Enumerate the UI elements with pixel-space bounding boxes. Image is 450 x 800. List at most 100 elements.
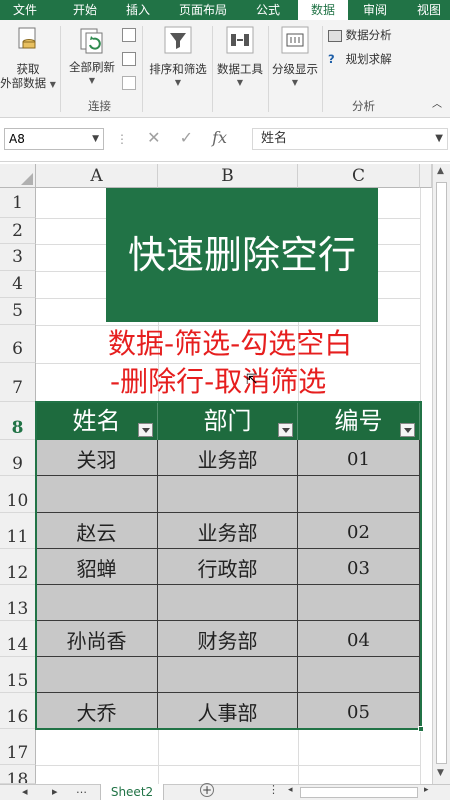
get-external-data-label-2: 外部数据 [0,76,47,90]
prev-sheet-icon[interactable]: ◂ [22,785,28,798]
more-sheets-icon[interactable]: … [76,783,87,796]
row-header-14[interactable]: 14 [0,621,36,657]
fill-handle[interactable] [418,726,424,732]
row-header-8[interactable]: 8 [0,402,36,440]
divider [60,26,61,112]
data-tools-icon [226,26,254,54]
instruction-line-1: 数据-筛选-勾选空白 [108,327,353,360]
hscroll-more-icon[interactable]: ⋮ [268,783,279,796]
scroll-up-icon[interactable]: ▲ [437,166,444,176]
divider [322,26,323,112]
row-header-10[interactable]: 10 [0,476,36,513]
outline-label: 分级显示 [272,62,318,76]
row-header-6[interactable]: 6 [0,325,36,363]
group-analysis-label: 分析 [352,99,375,113]
more-icon: ⋮ [116,132,128,146]
tab-insert[interactable]: 插入 [114,0,162,20]
chevron-down-icon: ▼ [88,76,96,85]
horizontal-scrollbar[interactable] [300,787,418,798]
data-tools-button[interactable]: 数据工具 ▼ [212,26,268,90]
column-header-d[interactable] [420,164,432,188]
sort-filter-button[interactable]: 排序和筛选 ▼ [144,26,212,90]
row-header-3[interactable]: 3 [0,244,36,271]
row-header-13[interactable]: 13 [0,585,36,621]
filter-icon [164,26,192,54]
outline-button[interactable]: 分级显示 ▼ [268,26,322,90]
sort-filter-label: 排序和筛选 [149,62,207,76]
chevron-down-icon: ▼ [291,78,299,87]
connections-icon[interactable] [122,28,136,42]
collapse-ribbon-icon[interactable]: ︿ [430,98,444,112]
row-header-16[interactable]: 16 [0,693,36,729]
sheet-tab-bar: ◂ ▸ … Sheet2 + ⋮ ◂ ▸ [0,783,450,800]
chevron-down-icon: ▼ [174,78,182,87]
scroll-thumb[interactable] [436,182,447,764]
chevron-down-icon[interactable]: ▼ [435,129,443,149]
cancel-icon[interactable]: ✕ [147,128,160,147]
scroll-down-icon[interactable]: ▼ [437,768,444,778]
select-all-corner[interactable] [0,164,36,188]
sheet-tab-sheet2[interactable]: Sheet2 [100,784,164,800]
name-box[interactable]: A8 ▼ [4,128,104,150]
refresh-all-button[interactable]: 全部刷新 ▼ [64,26,120,88]
formula-content: 姓名 [261,131,288,146]
hscroll-left-icon[interactable]: ◂ [288,785,293,795]
column-header-c[interactable]: C [298,164,420,188]
tab-home[interactable]: 开始 [60,0,110,20]
next-sheet-icon[interactable]: ▸ [52,785,58,798]
insert-function-icon[interactable]: fx [212,128,227,147]
name-box-value: A8 [9,132,25,146]
row-header-7[interactable]: 7 [0,363,36,402]
properties-icon[interactable] [122,52,136,66]
column-header-b[interactable]: B [158,164,298,188]
divider [142,26,143,112]
tab-file[interactable]: 文件 [0,0,50,20]
hscroll-right-icon[interactable]: ▸ [424,785,429,795]
solver-button[interactable]: ? 规划求解 [328,52,428,66]
row-header-17[interactable]: 17 [0,729,36,765]
tab-data[interactable]: 数据 [298,0,348,20]
refresh-icon [80,28,103,54]
solver-label: 规划求解 [345,52,392,66]
row-header-11[interactable]: 11 [0,513,36,549]
chevron-down-icon: ▼ [49,80,56,89]
group-connections-label: 连接 [88,99,111,113]
column-header-a[interactable]: A [36,164,158,188]
chevron-down-icon: ▼ [236,78,244,87]
formula-buttons: ⋮ ✕ ✓ fx [116,128,227,147]
formula-bar: A8 ▼ ⋮ ✕ ✓ fx 姓名 ▼ [0,118,450,162]
gridline [36,765,420,766]
row-header-12[interactable]: 12 [0,549,36,585]
row-header-4[interactable]: 4 [0,271,36,298]
formula-input[interactable]: 姓名 ▼ [252,128,448,150]
row-header-5[interactable]: 5 [0,298,36,325]
title-banner: 快速删除空行 [106,188,378,322]
outline-icon [281,26,309,54]
data-analysis-button[interactable]: 数据分析 [328,28,428,42]
data-analysis-label: 数据分析 [345,28,392,42]
row-header-18[interactable]: 18 [0,765,36,784]
row-header-2[interactable]: 2 [0,218,36,244]
edit-links-icon[interactable] [122,76,136,90]
cursor-icon: ⇱ [246,372,258,388]
row-header-15[interactable]: 15 [0,657,36,693]
ribbon-tab-bar: 文件 开始 插入 页面布局 公式 数据 审阅 视图 [0,0,450,20]
instruction-line-2: -删除行-取消筛选 [110,365,327,398]
get-external-data-button[interactable]: 获取 外部数据 ▼ [0,26,56,92]
enter-icon[interactable]: ✓ [180,128,193,147]
ribbon: 获取 外部数据 ▼ 全部刷新 ▼ 连接 排序和筛选 ▼ 数据工具 ▼ 分级显示 … [0,20,450,118]
data-tools-label: 数据工具 [217,62,263,76]
row-header-1[interactable]: 1 [0,188,36,218]
selection-range [35,401,422,730]
tab-view[interactable]: 视图 [408,0,450,20]
tab-formulas[interactable]: 公式 [244,0,292,20]
get-external-data-label: 获取 [16,62,40,76]
vertical-scrollbar[interactable]: ▲ ▼ [432,164,450,784]
add-sheet-icon[interactable]: + [200,783,214,797]
tab-review[interactable]: 审阅 [352,0,398,20]
row-header-9[interactable]: 9 [0,440,36,476]
chevron-down-icon[interactable]: ▼ [92,129,99,149]
solver-icon: ? [328,52,335,66]
tab-page-layout[interactable]: 页面布局 [170,0,236,20]
refresh-all-label: 全部刷新 [69,60,115,74]
